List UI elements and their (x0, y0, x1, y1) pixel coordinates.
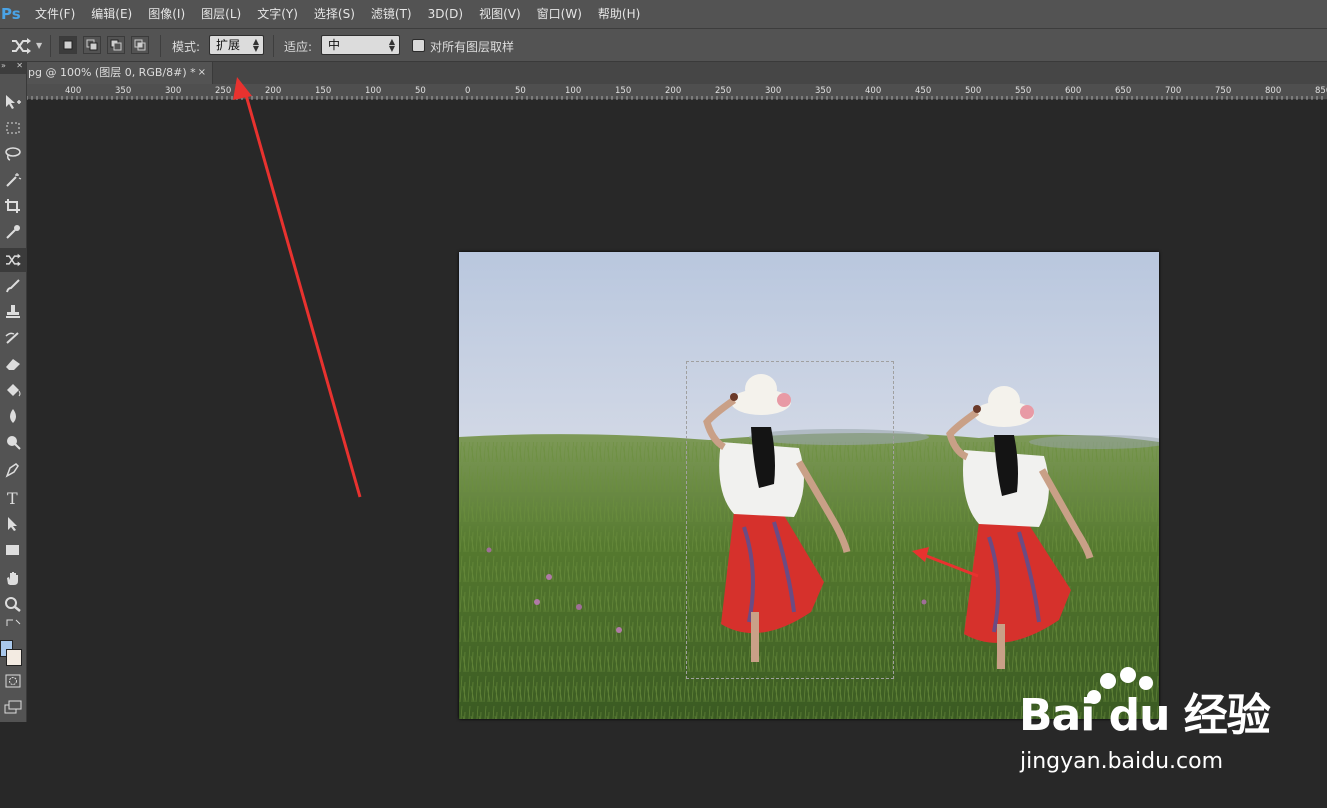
select-arrows-icon: ▲ ▼ (252, 37, 259, 53)
menu-file[interactable]: 文件(F) (27, 0, 83, 28)
quick-mask-icon[interactable] (0, 669, 26, 693)
magic-wand-icon[interactable] (0, 168, 26, 192)
menu-3d[interactable]: 3D(D) (420, 0, 471, 28)
document-tab-title: pg @ 100% (图层 0, RGB/8#) * (28, 66, 196, 79)
move-icon[interactable] (0, 90, 26, 114)
paint-bucket-icon[interactable] (0, 378, 26, 402)
ruler-label: 500 (965, 86, 981, 96)
pen-icon[interactable] (0, 458, 26, 482)
hand-icon[interactable] (0, 566, 26, 590)
menu-bar: Ps 文件(F) 编辑(E) 图像(I) 图层(L) 文字(Y) 选择(S) 滤… (0, 0, 1327, 28)
selection-marquee (686, 361, 894, 679)
history-brush-icon[interactable] (0, 326, 26, 350)
menu-image[interactable]: 图像(I) (140, 0, 193, 28)
ruler-label: 200 (665, 86, 681, 96)
ruler-label: 300 (165, 86, 181, 96)
tools-panel-header: » ✕ (0, 61, 26, 74)
menu-view[interactable]: 视图(V) (471, 0, 529, 28)
brush-icon[interactable] (0, 274, 26, 298)
mode-label: 模式: (172, 40, 201, 54)
content-aware-move-icon[interactable] (0, 248, 26, 272)
close-icon[interactable]: ✕ (16, 61, 23, 70)
new-selection-icon[interactable] (59, 36, 77, 54)
screen-mode-icon[interactable] (0, 695, 26, 719)
type-icon[interactable]: T (0, 486, 26, 510)
ruler-label: 650 (1115, 86, 1131, 96)
ruler-label: 750 (1215, 86, 1231, 96)
collapse-chevron-icon[interactable]: » (1, 61, 6, 70)
zoom-icon[interactable] (0, 592, 26, 616)
tab-strip (213, 62, 1327, 84)
ruler-label: 0 (465, 86, 470, 96)
ruler-label: 450 (915, 86, 931, 96)
left-gutter (0, 722, 27, 808)
mode-select[interactable]: 扩展 ▲ ▼ (209, 35, 264, 55)
sample-all-layers-checkbox[interactable] (412, 39, 425, 52)
adaptation-select-value: 中 (328, 38, 341, 52)
eyedropper-icon[interactable] (0, 220, 26, 244)
ruler-label: 150 (615, 86, 631, 96)
ruler-label: 250 (715, 86, 731, 96)
menu-filter[interactable]: 滤镜(T) (363, 0, 420, 28)
ruler-label: 200 (265, 86, 281, 96)
dodge-icon[interactable] (0, 430, 26, 454)
ruler-label: 300 (765, 86, 781, 96)
ruler-label: 250 (215, 86, 231, 96)
watermark-url: jingyan.baidu.com (1020, 749, 1224, 774)
adaptation-label: 适应: (284, 40, 313, 54)
menu-help[interactable]: 帮助(H) (590, 0, 648, 28)
tools-panel: » ✕ T (0, 61, 27, 722)
mode-select-value: 扩展 (216, 38, 241, 52)
ruler-label: 100 (365, 86, 381, 96)
rectangular-marquee-icon[interactable] (0, 116, 26, 140)
close-tab-icon[interactable]: × (198, 62, 206, 84)
crop-icon[interactable] (0, 194, 26, 218)
intersect-selection-icon[interactable] (131, 36, 149, 54)
tool-preset-caret-icon[interactable]: ▼ (36, 41, 42, 50)
ruler-label: 100 (565, 86, 581, 96)
photoshop-logo: Ps (1, 5, 21, 23)
menu-select[interactable]: 选择(S) (306, 0, 363, 28)
ruler-label: 400 (65, 86, 81, 96)
separator (50, 35, 51, 57)
menu-type[interactable]: 文字(Y) (249, 0, 306, 28)
ruler-label: 350 (115, 86, 131, 96)
blur-icon[interactable] (0, 404, 26, 428)
adaptation-select[interactable]: 中 ▲ ▼ (321, 35, 400, 55)
ruler-label: 400 (865, 86, 881, 96)
sample-all-layers-label: 对所有图层取样 (430, 40, 515, 54)
menu-window[interactable]: 窗口(W) (529, 0, 590, 28)
ruler-label: 850 (1315, 86, 1327, 96)
ruler-label: 50 (415, 86, 426, 96)
ruler-label: 550 (1015, 86, 1031, 96)
menu-edit[interactable]: 编辑(E) (83, 0, 140, 28)
subtract-from-selection-icon[interactable] (107, 36, 125, 54)
ruler-label: 50 (515, 86, 526, 96)
ruler-label: 150 (315, 86, 331, 96)
separator (160, 35, 161, 57)
content-aware-move-icon[interactable] (10, 37, 32, 55)
eraser-icon[interactable] (0, 352, 26, 376)
ruler-label: 800 (1265, 86, 1281, 96)
watermark-brand: Bai du 经验 (1019, 690, 1271, 741)
clone-stamp-icon[interactable] (0, 300, 26, 324)
rectangle-icon[interactable] (0, 538, 26, 562)
horizontal-ruler: 400 350 300 250 200 150 100 50 0 50 100 150 200 250 30… (27, 84, 1327, 100)
menu-layer[interactable]: 图层(L) (193, 0, 249, 28)
background-color-swatch[interactable] (6, 649, 22, 666)
ruler-label: 600 (1065, 86, 1081, 96)
path-selection-icon[interactable] (0, 512, 26, 536)
swap-colors-icon[interactable] (0, 614, 26, 632)
svg-text:T: T (7, 490, 18, 506)
baidu-jingyan-watermark: Bai du 经验 jingyan.baidu.com (1010, 665, 1310, 785)
ruler-label: 700 (1165, 86, 1181, 96)
lasso-icon[interactable] (0, 142, 26, 166)
options-bar: ▼ 模式: 扩展 ▲ ▼ 适应: 中 ▲ ▼ 对所有图层取样 (0, 28, 1327, 62)
document-tab[interactable]: pg @ 100% (图层 0, RGB/8#) * × (27, 62, 213, 84)
select-arrows-icon: ▲ ▼ (388, 37, 395, 53)
ruler-label: 350 (815, 86, 831, 96)
add-to-selection-icon[interactable] (83, 36, 101, 54)
separator (273, 35, 274, 57)
